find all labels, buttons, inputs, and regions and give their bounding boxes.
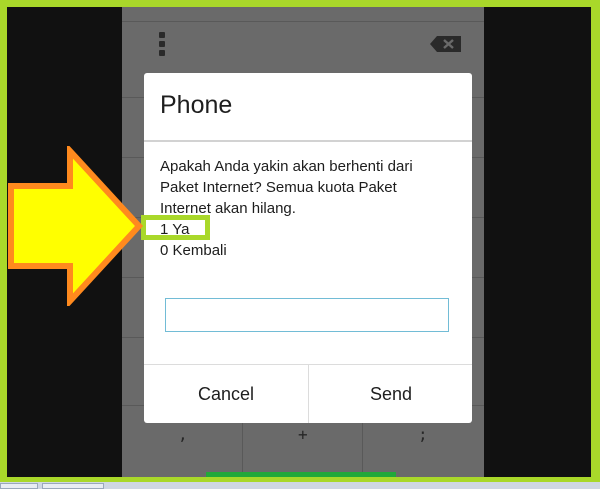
- call-button-edge[interactable]: [206, 472, 396, 477]
- taskbar-tab[interactable]: [42, 483, 104, 489]
- taskbar-tab[interactable]: [0, 483, 38, 489]
- key-semicolon[interactable]: ;: [418, 425, 428, 444]
- message-line: Apakah Anda yakin akan berhenti dari: [160, 158, 413, 175]
- dialog-message: Apakah Anda yakin akan berhenti dari Pak…: [160, 156, 465, 261]
- title-divider: [144, 140, 472, 142]
- ussd-reply-input[interactable]: [165, 298, 449, 332]
- ussd-dialog: Phone Apakah Anda yakin akan berhenti da…: [144, 73, 472, 423]
- send-button[interactable]: Send: [309, 365, 473, 423]
- backspace-icon[interactable]: [429, 35, 463, 53]
- key-plus[interactable]: +: [298, 425, 308, 444]
- cancel-button[interactable]: Cancel: [144, 365, 308, 423]
- overflow-menu-icon[interactable]: [158, 32, 166, 60]
- highlight-box: [141, 215, 210, 240]
- pointer-arrow-icon: [8, 146, 144, 306]
- option-back: 0 Kembali: [160, 242, 227, 259]
- keypad-divider: [122, 21, 484, 22]
- dialer-background: , + ; Phone Apakah Anda yakin akan berhe…: [122, 7, 484, 477]
- key-comma[interactable]: ,: [178, 425, 188, 444]
- taskbar-strip: [0, 482, 600, 489]
- message-line: Paket Internet? Semua kuota Paket: [160, 179, 397, 196]
- dialog-title: Phone: [160, 91, 233, 119]
